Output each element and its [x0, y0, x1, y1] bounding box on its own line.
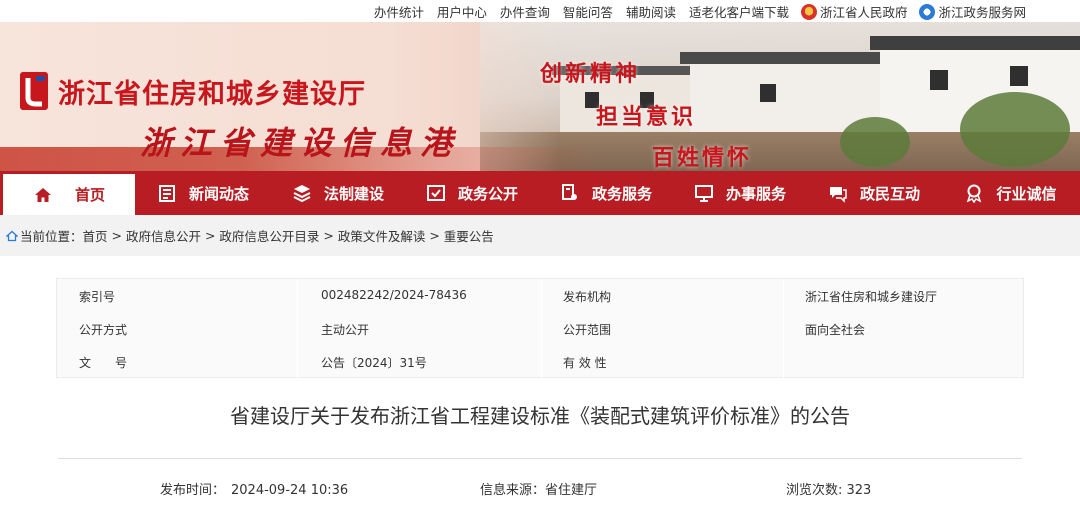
department-logo-icon[interactable]	[16, 68, 52, 114]
nav-item-affairs-service[interactable]: 办事服务	[673, 171, 807, 215]
publish-time: 发布时间： 2024-09-24 10:36	[160, 479, 348, 498]
info-label: 索引号	[79, 290, 116, 304]
info-label: 有 效 性	[563, 356, 607, 370]
info-label: 公开方式	[79, 323, 128, 337]
breadcrumb-prefix: 当前位置：	[20, 229, 83, 244]
breadcrumb-item-home[interactable]: 首页	[83, 226, 108, 245]
link-assisted-reading[interactable]: 辅助阅读	[626, 2, 676, 21]
link-zhejiang-gov[interactable]: 浙江省人民政府	[800, 2, 908, 21]
publish-time-value: 2024-09-24 10:36	[231, 483, 349, 498]
building-roof	[870, 36, 1080, 50]
nav-item-label: 首页	[74, 186, 105, 204]
info-source-label: 信息来源：	[480, 483, 546, 498]
info-label: 文 号	[79, 356, 128, 370]
main-nav: 首页 新闻动态 法制建设 政务公开 政务服务 办事服务 政民互动 行业诚信	[0, 171, 1080, 215]
link-zhejiang-gov-label: 浙江省人民政府	[819, 5, 908, 20]
publish-time-label: 发布时间：	[160, 483, 226, 498]
divider	[58, 458, 1022, 459]
info-row: 文 号 公告〔2024〕31号 有 效 性	[57, 345, 1025, 378]
breadcrumb-separator: >	[200, 228, 220, 243]
building-window	[1010, 66, 1028, 86]
document-check-icon	[426, 185, 445, 201]
monitor-icon	[694, 185, 713, 202]
slogan: 担当意识	[596, 104, 697, 130]
nav-item-legal[interactable]: 法制建设	[271, 171, 405, 215]
government-emblem-icon	[800, 3, 817, 20]
building-window	[760, 84, 776, 102]
top-utility-bar: 办件统计 用户中心 办件查询 智能问答 辅助阅读 适老化客户端下载 浙江省人民政…	[0, 0, 1080, 22]
link-stats[interactable]: 办件统计	[374, 2, 424, 21]
location-home-icon	[6, 230, 18, 241]
breadcrumb-item-gov-info[interactable]: 政府信息公开	[126, 226, 201, 245]
nav-item-label: 政务公开	[457, 184, 518, 203]
breadcrumb: 当前位置： 首页 > 政府信息公开 > 政府信息公开目录 > 政策文件及解读 >…	[0, 215, 1080, 256]
nav-item-label: 法制建设	[323, 184, 384, 203]
nav-item-gov-affairs[interactable]: 政务公开	[405, 171, 539, 215]
breadcrumb-item-announcement[interactable]: 重要公告	[444, 226, 494, 245]
badge-icon	[967, 184, 982, 203]
nav-item-integrity[interactable]: 行业诚信	[941, 171, 1080, 215]
building-roof	[680, 52, 900, 64]
nav-item-label: 政务服务	[591, 184, 652, 203]
nav-item-news[interactable]: 新闻动态	[135, 171, 271, 215]
info-value: 公告〔2024〕31号	[321, 356, 427, 370]
info-label: 公开范围	[563, 323, 612, 337]
news-icon	[158, 185, 175, 202]
info-source: 信息来源：省住建厅	[480, 479, 597, 498]
breadcrumb-item-policy[interactable]: 政策文件及解读	[338, 226, 426, 245]
info-value: 浙江省住房和城乡建设厅	[805, 290, 938, 304]
building-window	[930, 70, 948, 90]
article-title: 省建设厅关于发布浙江省工程建设标准《装配式建筑评价标准》的公告	[230, 404, 850, 428]
nav-item-label: 新闻动态	[188, 184, 249, 203]
link-zhejiang-service-label: 浙江政务服务网	[938, 5, 1026, 20]
chat-icon	[829, 187, 847, 203]
nav-item-label: 办事服务	[725, 184, 786, 203]
nav-item-label: 政民互动	[859, 184, 920, 203]
nav-item-label: 行业诚信	[996, 184, 1057, 203]
home-icon	[34, 187, 51, 202]
breadcrumb-separator: >	[107, 228, 126, 243]
link-elderly-app-download[interactable]: 适老化客户端下载	[689, 2, 789, 21]
view-count-label: 浏览次数:	[786, 483, 847, 498]
info-value: 002482242/2024-78436	[321, 288, 467, 302]
nav-item-home[interactable]: 首页	[0, 171, 135, 215]
info-row: 索引号 002482242/2024-78436 发布机构 浙江省住房和城乡建设…	[57, 279, 1025, 312]
tree	[960, 92, 1070, 167]
top-links: 办件统计 用户中心 办件查询 智能问答 辅助阅读 适老化客户端下载 浙江省人民政…	[361, 2, 1026, 21]
nav-item-interaction[interactable]: 政民互动	[807, 171, 941, 215]
document-info-table: 索引号 002482242/2024-78436 发布机构 浙江省住房和城乡建设…	[56, 278, 1025, 379]
nav-item-gov-service[interactable]: 政务服务	[539, 171, 673, 215]
link-user-center[interactable]: 用户中心	[437, 2, 487, 21]
slogan: 百姓情怀	[652, 145, 753, 171]
link-zhejiang-service[interactable]: 浙江政务服务网	[919, 2, 1026, 21]
info-source-value: 省住建厅	[545, 483, 598, 498]
site-name: 浙江省建设信息港	[140, 124, 461, 162]
view-count: 浏览次数: 323	[786, 479, 871, 498]
tree	[840, 117, 910, 167]
header-banner: 浙江省住房和城乡建设厅 浙江省建设信息港 创新精神 担当意识 百姓情怀	[0, 22, 1080, 171]
info-row: 公开方式 主动公开 公开范围 面向全社会	[57, 312, 1025, 345]
slogan: 创新精神	[540, 61, 641, 87]
link-query[interactable]: 办件查询	[500, 2, 550, 21]
service-key-icon	[561, 184, 577, 200]
view-count-value: 323	[846, 483, 872, 498]
link-smart-qa[interactable]: 智能问答	[563, 2, 613, 21]
info-label: 发布机构	[563, 290, 612, 304]
breadcrumb-separator: >	[319, 228, 338, 243]
breadcrumb-item-catalog[interactable]: 政府信息公开目录	[219, 226, 319, 245]
info-value: 主动公开	[321, 323, 370, 337]
service-network-icon	[919, 3, 936, 20]
breadcrumb-separator: >	[425, 228, 444, 243]
info-value: 面向全社会	[805, 323, 866, 337]
layers-icon	[293, 185, 311, 203]
department-name: 浙江省住房和城乡建设厅	[58, 79, 366, 110]
